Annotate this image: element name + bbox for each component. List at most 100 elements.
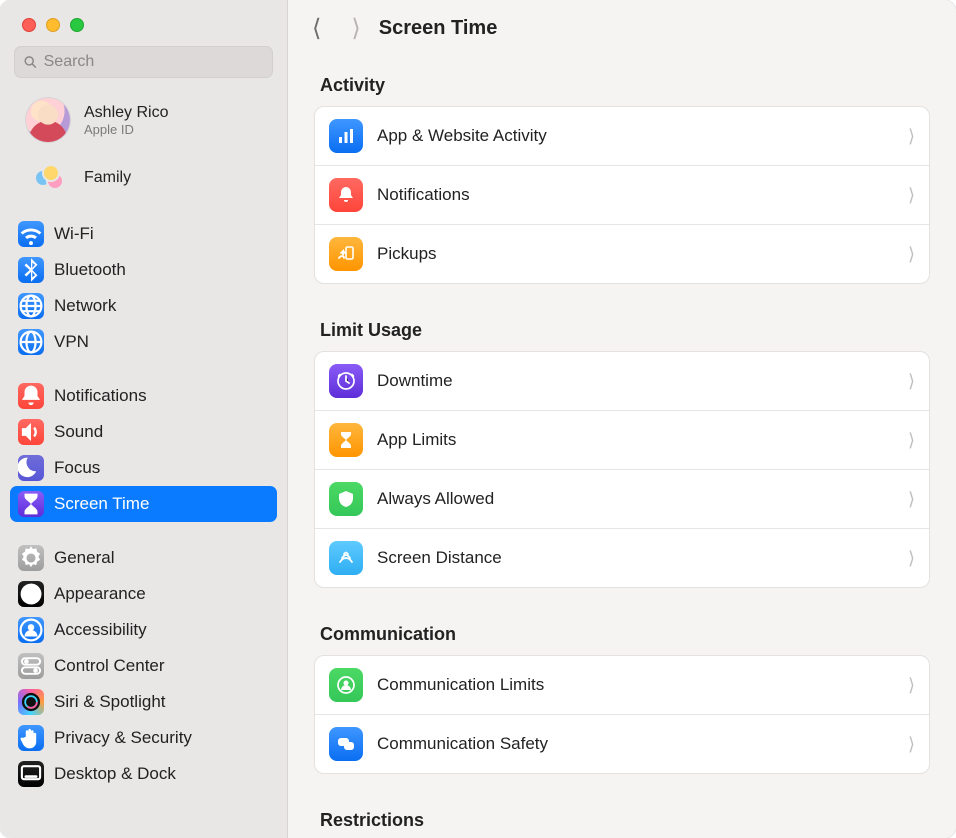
nav-forward-button[interactable]: ⟩ [351, 14, 360, 43]
row-pickups[interactable]: Pickups ⟩ [315, 224, 929, 283]
sidebar-item-label: Screen Time [54, 494, 269, 514]
hourglass-icon [329, 423, 363, 457]
avatar [26, 98, 70, 142]
section-limit-usage: Limit Usage Downtime ⟩ App Limits ⟩ Alwa… [288, 298, 956, 602]
search-input[interactable] [44, 53, 264, 71]
row-label: Downtime [377, 371, 453, 391]
window-controls [0, 0, 287, 46]
row-commsafety[interactable]: Communication Safety ⟩ [315, 714, 929, 773]
sidebar-item-label: Wi-Fi [54, 224, 269, 244]
chart-icon [329, 119, 363, 153]
search-icon [23, 54, 38, 70]
sidebar-item-accessibility[interactable]: Accessibility [10, 612, 277, 648]
chevron-right-icon: ⟩ [908, 371, 915, 392]
main-content: ⟨ ⟩ Screen Time Activity App & Website A… [288, 0, 956, 838]
sidebar-item-label: General [54, 548, 269, 568]
sidebar-item-privacy[interactable]: Privacy & Security [10, 720, 277, 756]
chevron-right-icon: ⟩ [908, 244, 915, 265]
family-row[interactable]: Family [8, 150, 279, 210]
close-window-button[interactable] [22, 18, 36, 32]
sidebar-item-focus[interactable]: Focus [10, 450, 277, 486]
moon-icon [18, 455, 44, 481]
hand-icon [18, 725, 44, 751]
row-app-activity[interactable]: App & Website Activity ⟩ [315, 107, 929, 165]
dock-icon [18, 761, 44, 787]
section-label: Restrictions [314, 792, 930, 838]
bluetooth-icon [18, 257, 44, 283]
sidebar-item-sound[interactable]: Sound [10, 414, 277, 450]
appearance-icon [18, 581, 44, 607]
sidebar-item-wifi[interactable]: Wi-Fi [10, 216, 277, 252]
person-icon [18, 617, 44, 643]
sidebar-item-label: Desktop & Dock [54, 764, 269, 784]
contact-icon [329, 668, 363, 702]
check-icon [329, 482, 363, 516]
row-label: Screen Distance [377, 548, 502, 568]
row-applimits[interactable]: App Limits ⟩ [315, 410, 929, 469]
sidebar-item-label: Privacy & Security [54, 728, 269, 748]
chevron-right-icon: ⟩ [908, 185, 915, 206]
sidebar-item-label: Accessibility [54, 620, 269, 640]
section-restrictions: Restrictions [288, 788, 956, 838]
row-always[interactable]: Always Allowed ⟩ [315, 469, 929, 528]
section-activity: Activity App & Website Activity ⟩ Notifi… [288, 53, 956, 298]
nav-back-button[interactable]: ⟨ [312, 14, 321, 43]
siri-icon [18, 689, 44, 715]
row-downtime[interactable]: Downtime ⟩ [315, 352, 929, 410]
chevron-right-icon: ⟩ [908, 489, 915, 510]
row-distance[interactable]: Screen Distance ⟩ [315, 528, 929, 587]
account-sub: Apple ID [84, 122, 168, 137]
family-label: Family [84, 169, 131, 187]
sidebar-item-desktop[interactable]: Desktop & Dock [10, 756, 277, 792]
card: App & Website Activity ⟩ Notifications ⟩… [314, 106, 930, 284]
account-name: Ashley Rico [84, 104, 168, 122]
speaker-icon [18, 419, 44, 445]
row-label: App & Website Activity [377, 126, 547, 146]
vpn-icon [18, 329, 44, 355]
sidebar-item-label: Bluetooth [54, 260, 269, 280]
sidebar-item-label: Focus [54, 458, 269, 478]
row-notifications[interactable]: Notifications ⟩ [315, 165, 929, 224]
chevron-right-icon: ⟩ [908, 734, 915, 755]
minimize-window-button[interactable] [46, 18, 60, 32]
row-label: Communication Limits [377, 675, 544, 695]
sidebar-item-network[interactable]: Network [10, 288, 277, 324]
chevron-right-icon: ⟩ [908, 548, 915, 569]
distance-icon [329, 541, 363, 575]
fullscreen-window-button[interactable] [70, 18, 84, 32]
row-label: Pickups [377, 244, 437, 264]
sidebar-item-siri[interactable]: Siri & Spotlight [10, 684, 277, 720]
sidebar-item-label: Appearance [54, 584, 269, 604]
sidebar-item-label: Siri & Spotlight [54, 692, 269, 712]
sidebar-item-label: Notifications [54, 386, 269, 406]
sidebar-item-bluetooth[interactable]: Bluetooth [10, 252, 277, 288]
row-label: Always Allowed [377, 489, 494, 509]
chevron-right-icon: ⟩ [908, 126, 915, 147]
apple-id-row[interactable]: Ashley Rico Apple ID [8, 90, 279, 150]
chevron-right-icon: ⟩ [908, 430, 915, 451]
row-commlimits[interactable]: Communication Limits ⟩ [315, 656, 929, 714]
sidebar: Ashley Rico Apple ID Family Wi-Fi Blueto… [0, 0, 288, 838]
section-label: Communication [314, 606, 930, 655]
sidebar-item-appearance[interactable]: Appearance [10, 576, 277, 612]
hourglass-icon [18, 491, 44, 517]
row-label: App Limits [377, 430, 456, 450]
gear-icon [18, 545, 44, 571]
sidebar-item-label: Control Center [54, 656, 269, 676]
sidebar-item-screentime[interactable]: Screen Time [10, 486, 277, 522]
sidebar-item-vpn[interactable]: VPN [10, 324, 277, 360]
sidebar-item-controlcenter[interactable]: Control Center [10, 648, 277, 684]
switches-icon [18, 653, 44, 679]
chevron-right-icon: ⟩ [908, 675, 915, 696]
family-icon [26, 156, 70, 200]
search-field[interactable] [14, 46, 273, 78]
bubbles-icon [329, 727, 363, 761]
sidebar-item-notifications[interactable]: Notifications [10, 378, 277, 414]
globe-icon [18, 293, 44, 319]
page-title: Screen Time [379, 17, 498, 40]
bell-icon [329, 178, 363, 212]
section-label: Limit Usage [314, 302, 930, 351]
sidebar-item-general[interactable]: General [10, 540, 277, 576]
section-communication: Communication Communication Limits ⟩ Com… [288, 602, 956, 788]
clock-icon [329, 364, 363, 398]
